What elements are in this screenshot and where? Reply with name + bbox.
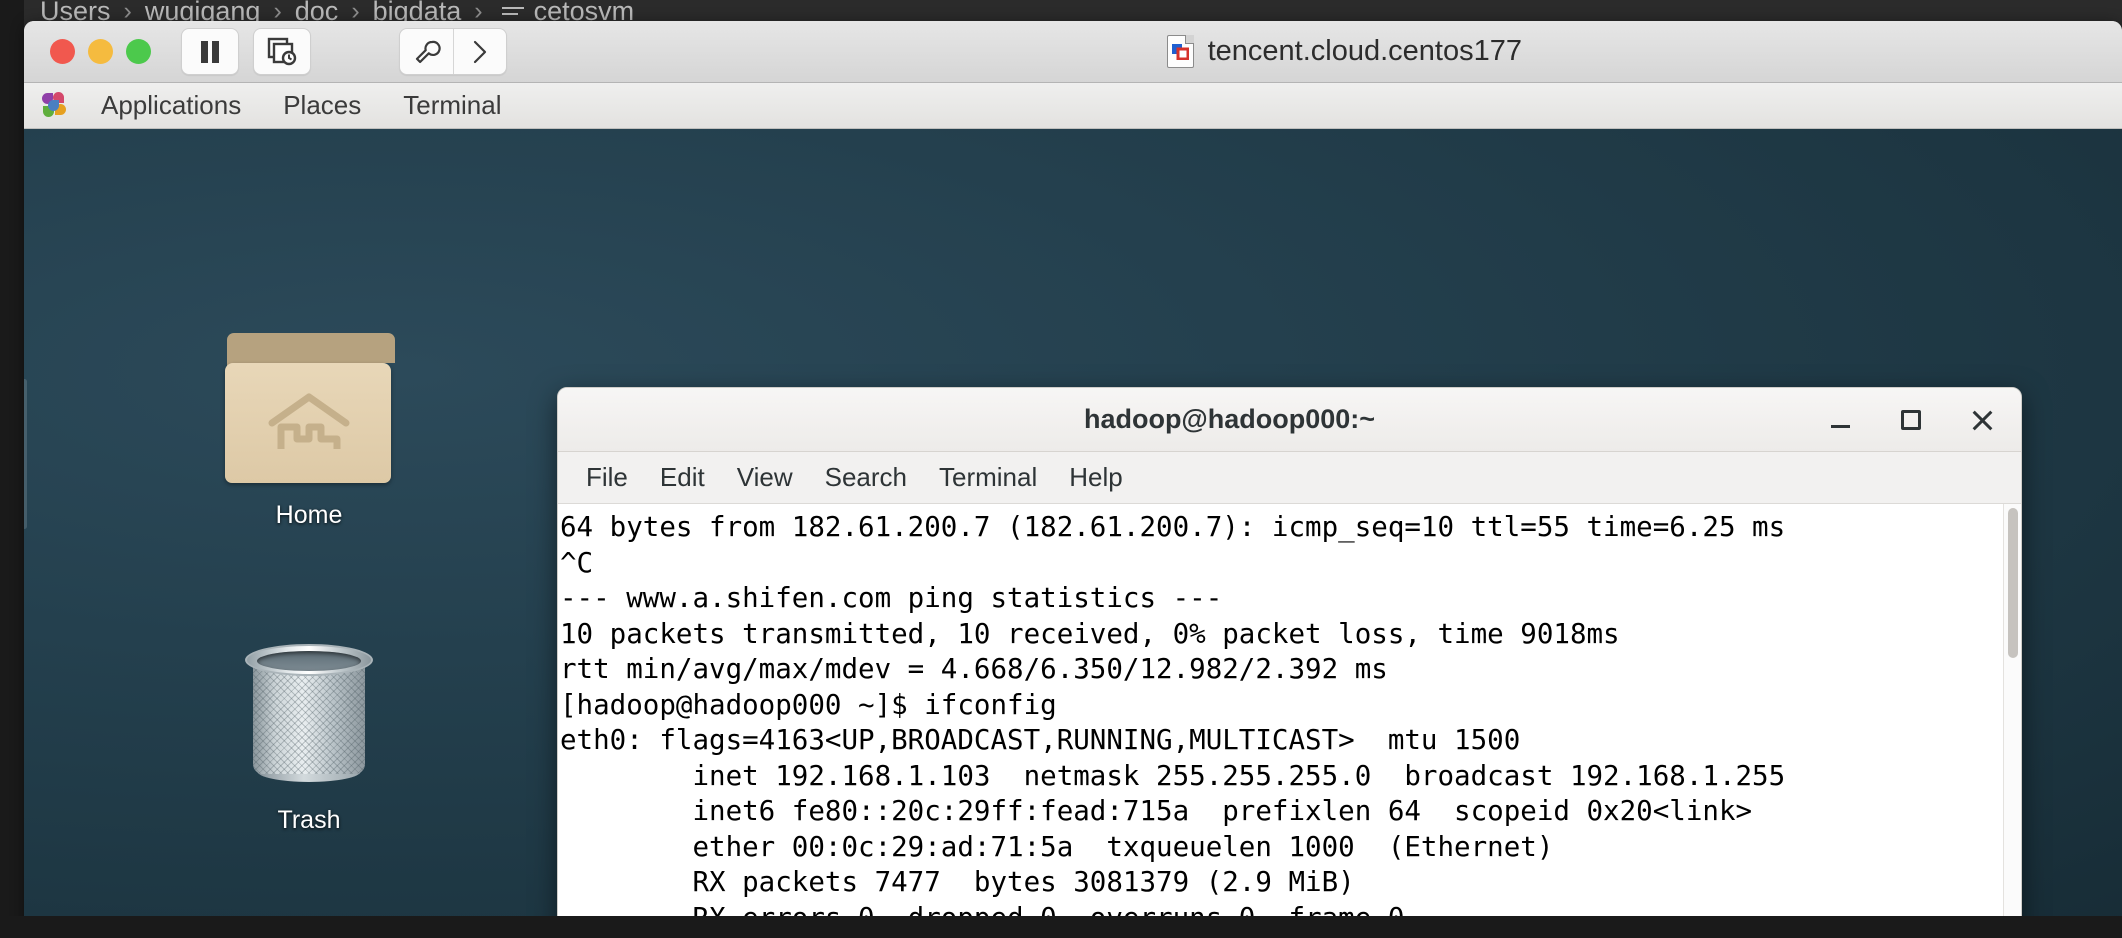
terminal-titlebar[interactable]: hadoop@hadoop000:~ bbox=[558, 388, 2021, 452]
traffic-lights bbox=[50, 39, 151, 64]
pause-vm-button[interactable] bbox=[181, 28, 239, 75]
list-view-icon bbox=[501, 7, 524, 15]
snapshot-vm-button[interactable] bbox=[253, 28, 311, 75]
host-bottom-edge bbox=[0, 916, 2122, 938]
home-folder-icon bbox=[225, 329, 395, 489]
screen-root: Users › wuqiqang › doc › bigdata › cetos… bbox=[0, 0, 2122, 938]
desktop-icon-trash-label: Trash bbox=[277, 806, 341, 834]
gnome-top-panel: Applications Places Terminal bbox=[24, 83, 2122, 129]
desktop-icon-home-label: Home bbox=[275, 501, 343, 529]
wrench-icon bbox=[415, 40, 441, 63]
terminal-menu-edit[interactable]: Edit bbox=[644, 456, 721, 499]
vm-toolbar bbox=[181, 28, 311, 75]
settings-vm-button[interactable] bbox=[400, 29, 453, 74]
chevron-right-icon bbox=[473, 40, 487, 63]
terminal-window[interactable]: hadoop@hadoop000:~ File Edit View Search… bbox=[557, 387, 2022, 938]
trash-can-icon bbox=[245, 634, 373, 794]
terminal-minimize-button[interactable] bbox=[1823, 403, 1857, 437]
snapshot-icon bbox=[267, 37, 297, 65]
terminal-output[interactable]: 64 bytes from 182.61.200.7 (182.61.200.7… bbox=[558, 504, 2003, 938]
terminal-menu-search[interactable]: Search bbox=[809, 456, 923, 499]
terminal-body[interactable]: 64 bytes from 182.61.200.7 (182.61.200.7… bbox=[558, 504, 2021, 938]
terminal-window-controls bbox=[1823, 388, 1999, 451]
menu-terminal[interactable]: Terminal bbox=[382, 84, 522, 127]
terminal-scrollbar[interactable] bbox=[2003, 504, 2021, 938]
terminal-menu-help[interactable]: Help bbox=[1053, 456, 1138, 499]
gnome-foot-icon bbox=[40, 91, 68, 120]
terminal-menubar: File Edit View Search Terminal Help bbox=[558, 452, 2021, 504]
vm-title-group: tencent.cloud.centos177 bbox=[24, 21, 2122, 82]
desktop-icon-trash[interactable]: Trash bbox=[204, 634, 414, 835]
terminal-close-button[interactable] bbox=[1965, 403, 1999, 437]
vm-window-title: tencent.cloud.centos177 bbox=[1207, 35, 1522, 67]
menu-applications[interactable]: Applications bbox=[80, 84, 262, 127]
menu-places[interactable]: Places bbox=[262, 84, 382, 127]
close-window-button[interactable] bbox=[50, 39, 75, 64]
terminal-window-title: hadoop@hadoop000:~ bbox=[1083, 404, 1376, 434]
document-icon bbox=[1166, 35, 1194, 68]
pause-icon bbox=[201, 40, 219, 63]
vm-settings-group bbox=[399, 28, 507, 75]
terminal-menu-terminal[interactable]: Terminal bbox=[923, 456, 1053, 499]
vm-titlebar[interactable]: tencent.cloud.centos177 bbox=[24, 21, 2122, 83]
terminal-maximize-button[interactable] bbox=[1894, 403, 1928, 437]
vm-window: tencent.cloud.centos177 Applications Pla… bbox=[24, 21, 2122, 938]
desktop-icon-home[interactable]: Home bbox=[204, 329, 414, 530]
desktop-edge-marker bbox=[24, 379, 27, 529]
zoom-window-button[interactable] bbox=[126, 39, 151, 64]
terminal-scrollbar-thumb[interactable] bbox=[2008, 508, 2018, 658]
terminal-menu-view[interactable]: View bbox=[721, 456, 809, 499]
minimize-window-button[interactable] bbox=[88, 39, 113, 64]
gnome-desktop[interactable]: Home Trash hadoop@hadoop000:~ File Edit … bbox=[24, 129, 2122, 938]
host-left-edge bbox=[0, 0, 24, 938]
more-options-button[interactable] bbox=[453, 29, 506, 74]
terminal-menu-file[interactable]: File bbox=[570, 456, 644, 499]
